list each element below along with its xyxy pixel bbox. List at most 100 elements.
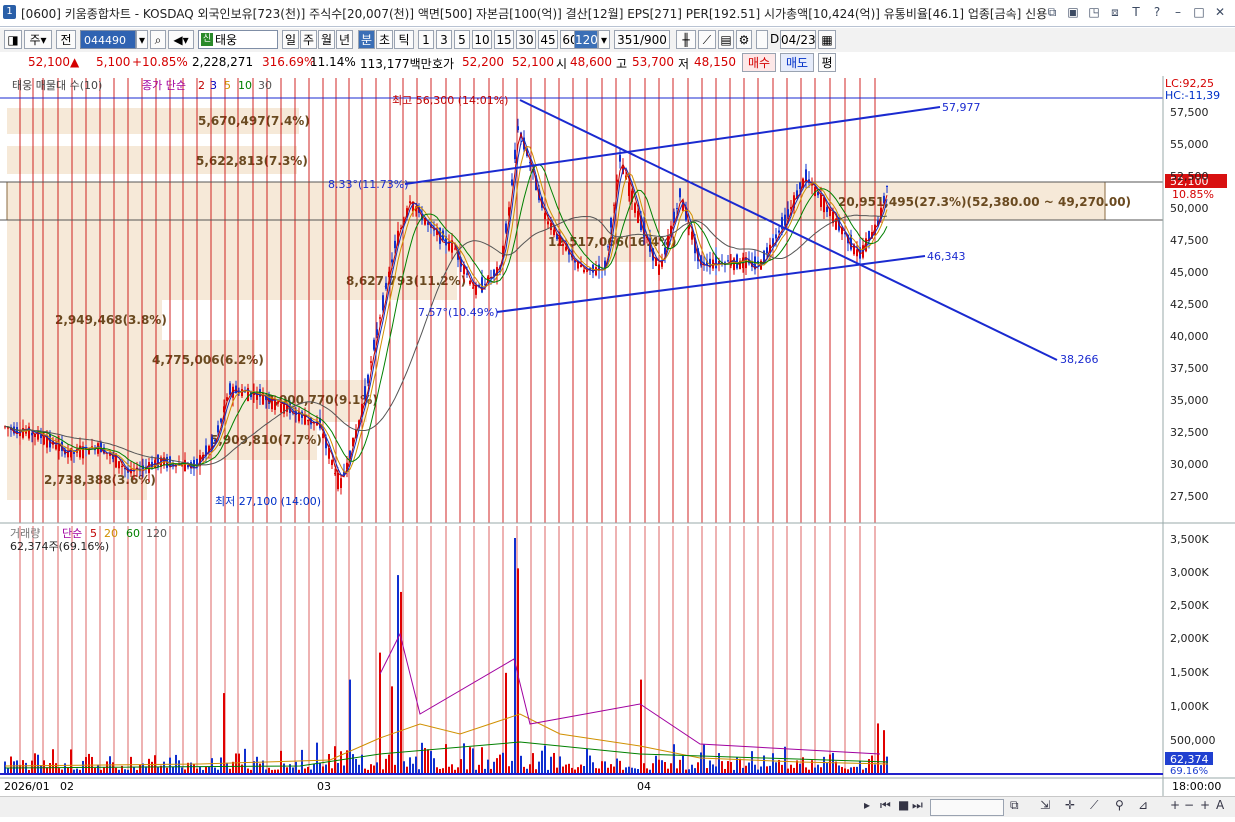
volume-bar [655, 755, 657, 774]
save-icon[interactable]: ▤ [718, 30, 734, 49]
candle-body [820, 194, 822, 207]
minimize-icon[interactable]: – [1169, 3, 1187, 21]
candle-body [823, 197, 825, 213]
period-minute[interactable]: 분 [358, 30, 375, 49]
candle-body [277, 401, 279, 404]
period-second[interactable]: 초 [376, 30, 393, 49]
font-icon[interactable]: T [1127, 3, 1145, 21]
search-icon[interactable]: ⌕ [150, 30, 166, 49]
x-label-mar: 03 [317, 780, 331, 793]
volume-bar [703, 744, 705, 774]
minute-dropdown-icon[interactable]: ▾ [598, 30, 610, 49]
maximize-icon[interactable]: □ [1190, 3, 1208, 21]
volume-bar [448, 766, 450, 774]
volume-bar [325, 764, 327, 774]
hc-label: HC:-11,39 [1165, 89, 1220, 102]
add-icon[interactable]: + [1200, 798, 1210, 812]
stock-chart[interactable]: 5,670,497(7.4%) 5,622,813(7.3%) 20,951,495… [0, 74, 1235, 796]
minute-1[interactable]: 1 [418, 30, 434, 49]
minute-3[interactable]: 3 [436, 30, 452, 49]
price-change: 5,100 [96, 55, 131, 69]
date-checkbox[interactable] [756, 30, 768, 49]
type-select[interactable]: 주▾ [24, 30, 52, 49]
count-field[interactable]: 351/900 [614, 30, 670, 49]
trend-upper-right-label: 57,977 [942, 101, 981, 114]
candle-icon[interactable]: ╫ [676, 30, 696, 49]
candle-body [334, 473, 336, 475]
volume-bar [463, 743, 465, 774]
zoom-in-icon[interactable]: + [1170, 798, 1180, 812]
line-draw-icon[interactable]: ⟋ [1090, 798, 1098, 813]
volume-bar [46, 767, 48, 774]
panel-toggle-icon[interactable]: ◨ [4, 30, 22, 49]
crosshair-icon[interactable]: ✛ [1065, 798, 1075, 812]
buy-button[interactable]: 매수 [742, 53, 776, 72]
low-label: 저 [678, 57, 690, 71]
volume-bar [661, 760, 663, 774]
help-icon[interactable]: ? [1148, 3, 1166, 21]
volume-bar [772, 753, 774, 774]
zoom-icon[interactable]: ⇲ [1040, 798, 1050, 812]
volume-profile-label: 5,622,813(7.3%) [196, 154, 308, 168]
y-tick: 40,000 [1170, 330, 1209, 343]
period-year[interactable]: 년 [336, 30, 353, 49]
minute-15[interactable]: 15 [494, 30, 514, 49]
minute-30[interactable]: 30 [516, 30, 536, 49]
window-title: [0600] 키움종합차트 - KOSDAQ 외국인보유[723(천)] 주식수… [21, 7, 1048, 21]
stop-icon[interactable]: ■ [898, 798, 909, 812]
x-label-apr: 04 [637, 780, 651, 793]
period-week[interactable]: 주 [300, 30, 317, 49]
candle-body [637, 210, 639, 223]
minute-custom-input[interactable]: 120 [574, 30, 598, 49]
date-checkbox-label: D [770, 32, 780, 46]
calendar-icon[interactable]: ▦ [818, 30, 836, 49]
code-dropdown-icon[interactable]: ▾ [136, 30, 148, 49]
all-button[interactable]: 전 [56, 30, 76, 49]
period-tick[interactable]: 틱 [394, 30, 414, 49]
candle-body [394, 240, 396, 249]
date-input[interactable]: 04/23 [780, 30, 816, 49]
tile-icon[interactable]: ▣ [1064, 3, 1082, 21]
sound-icon[interactable]: ◀▾ [168, 30, 194, 49]
vol-y-tick: 3,000K [1170, 566, 1209, 579]
last-volume: 62,374주(69.16%) [10, 540, 109, 553]
ruler-icon[interactable]: ⊿ [1138, 798, 1148, 812]
period-day[interactable]: 일 [282, 30, 299, 49]
current-price: 52,100 [28, 55, 70, 69]
stock-code-input[interactable]: 044490 [80, 30, 136, 49]
volume-bar [70, 749, 72, 774]
new-window-icon[interactable]: ◳ [1085, 3, 1103, 21]
volume-bar [355, 758, 357, 774]
minute-10[interactable]: 10 [472, 30, 492, 49]
measure-icon[interactable]: ⚲ [1115, 798, 1124, 812]
open-label: 시 [556, 57, 568, 71]
tile-windows-icon[interactable]: ⧈ [1106, 3, 1124, 21]
vol-ma-120: 120 [146, 527, 167, 540]
sell-button[interactable]: 매도 [780, 53, 814, 72]
volume-bar [577, 767, 579, 774]
minute-5[interactable]: 5 [454, 30, 470, 49]
vol-ma-20: 20 [104, 527, 118, 540]
volume-bar [832, 752, 834, 774]
eval-button[interactable]: 평 [818, 53, 836, 72]
period-month[interactable]: 월 [318, 30, 335, 49]
candle-body [118, 461, 120, 469]
volume-bar [472, 748, 474, 774]
volume-bar [592, 762, 594, 774]
scroll-right-icon[interactable]: ▸ [864, 798, 870, 812]
draw-tool-icon[interactable]: ⟋ [698, 30, 716, 49]
volume-bar [781, 764, 783, 774]
minute-45[interactable]: 45 [538, 30, 558, 49]
stock-name-field[interactable]: 신 태웅 [198, 30, 278, 49]
fast-forward-icon[interactable]: ⏭ [912, 798, 923, 813]
volume-bar [601, 761, 603, 774]
volume-profile-label: 5,909,810(7.7%) [210, 433, 322, 447]
link-icon[interactable]: ⧉ [1043, 3, 1061, 21]
font-size-icon[interactable]: A [1216, 798, 1224, 812]
close-icon[interactable]: ✕ [1211, 3, 1229, 21]
settings-icon[interactable]: ⚙ [736, 30, 752, 49]
zoom-out-icon[interactable]: − [1184, 798, 1194, 812]
chart-tools-icon[interactable]: ⧉ [1010, 798, 1019, 813]
horizontal-scrollbar[interactable] [930, 799, 1004, 816]
rewind-icon[interactable]: ⏮ [880, 798, 891, 813]
